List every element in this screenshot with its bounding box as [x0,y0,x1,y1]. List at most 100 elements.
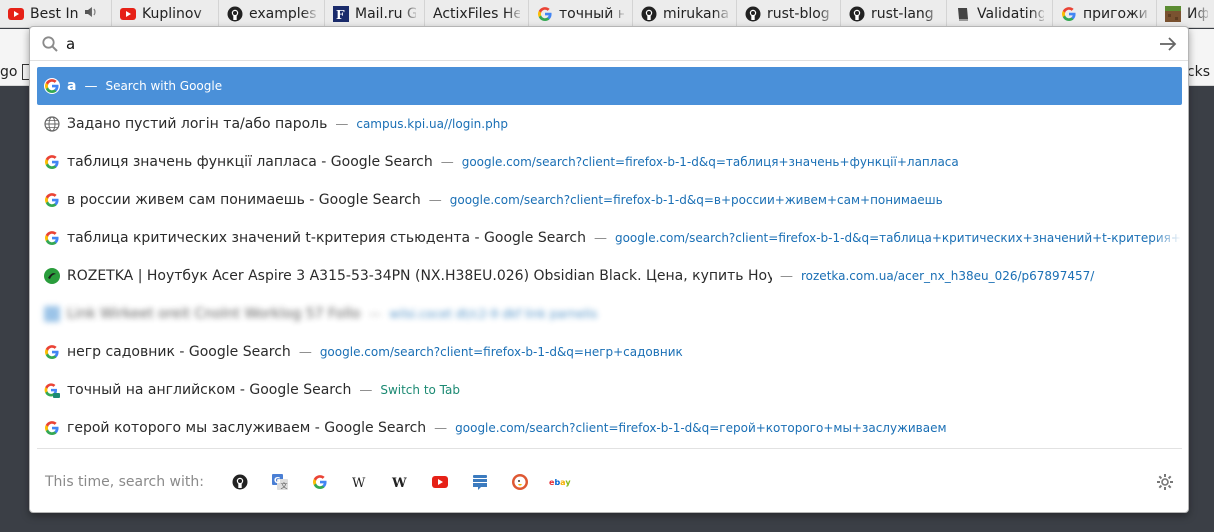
result-title: негр садовник - Google Search [67,344,291,360]
github-icon [232,474,248,490]
browser-tab[interactable]: mirukana [633,0,737,27]
result-row[interactable]: Задано пустий логін та/або пароль — campus… [37,105,1182,143]
youtube-engine-button[interactable] [420,466,460,498]
svg-text:文: 文 [280,481,287,490]
book-icon [955,6,971,22]
google-icon [44,192,60,208]
google-icon [44,420,60,436]
engine-list: G 文 W Webay [220,466,580,498]
tab-label: Kuplinov [142,6,202,22]
result-separator: — [84,78,98,94]
one-off-search-bar: This time, search with: G 文 W Webay [30,465,1188,499]
tab-label: rust-blog [767,6,830,22]
result-separator: — [434,420,448,436]
result-row[interactable]: таблица критических значений t-критерия … [37,219,1182,257]
tab-label: mirukana [663,6,728,22]
google-tab-icon [44,382,60,398]
result-row[interactable]: a — Search with Google [37,67,1182,105]
result-row[interactable]: точный на английском - Google Search — Swi… [37,371,1182,409]
tab-label: rust-lang [871,6,934,22]
svg-text:ebay: ebay [549,478,571,487]
google-icon [44,154,60,170]
google-icon [44,78,60,94]
globe-icon [44,116,60,132]
result-separator: — [335,116,349,132]
wiktionary-engine-button[interactable]: W [380,466,420,498]
result-row[interactable]: Link Wirkeet oreit Cnolnt Worklog 57 Fol… [37,295,1182,333]
row-fade [1152,295,1182,333]
github-icon [227,6,243,22]
stackexchange-engine-button[interactable] [460,466,500,498]
google-icon [1061,6,1077,22]
github-engine-button[interactable] [220,466,260,498]
result-row[interactable]: таблиця значень функції лапласа - Google… [37,143,1182,181]
google-engine-button[interactable] [300,466,340,498]
urlbar-popup: a — Search with Google Задано пустий логін … [29,26,1189,513]
tab-label: Mail.ru G [355,6,416,22]
one-off-label: This time, search with: [45,474,204,490]
svg-text:F: F [336,8,345,22]
switch-to-tab-label: Switch to Tab [380,383,460,397]
bookmark-right-text[interactable]: cks [1187,64,1210,80]
firefox-icon: F [333,6,349,22]
urlbar-input[interactable] [66,32,1146,56]
google-icon [44,230,60,246]
result-url: google.com/search?client=firefox-b-1-d&q… [461,155,959,169]
github-icon [745,6,761,22]
result-title: в россии живем сам понимаешь - Google Se… [67,192,421,208]
gear-icon[interactable] [1156,473,1174,491]
footer-divider [37,448,1182,449]
result-separator: — [368,306,382,322]
search-icon [42,36,58,52]
browser-tab[interactable]: Best In [0,0,112,27]
result-title: таблиця значень функції лапласа - Google… [67,154,433,170]
result-title: точный на английском - Google Search [67,382,352,398]
result-row[interactable]: ROZETKA | Ноутбук Acer Aspire 3 A315-53-… [37,257,1182,295]
tab-label: Best In [30,6,79,22]
ebay-icon: ebay [549,474,571,490]
result-url: google.com/search?client=firefox-b-1-d&q… [455,421,947,435]
result-row[interactable]: негр садовник - Google Search — google.com… [37,333,1182,371]
row-fade [1152,409,1182,447]
browser-tab[interactable]: точный н [529,0,633,27]
github-icon [849,6,865,22]
browser-tab[interactable]: Иф [1157,0,1214,27]
youtube-icon [120,6,136,22]
result-url: google.com/search?client=firefox-b-1-d&q… [614,231,1182,245]
duckduckgo-icon [511,474,528,490]
browser-tab[interactable]: F Mail.ru G [325,0,425,27]
result-url: google.com/search?client=firefox-b-1-d&q… [319,345,683,359]
go-arrow-icon[interactable] [1158,34,1178,54]
results-list: a — Search with Google Задано пустий логін … [37,67,1182,447]
browser-tab[interactable]: пригожи [1053,0,1157,27]
result-title: a [67,78,77,94]
result-title: герой которого мы заслуживаем - Google S… [67,420,427,436]
github-icon [641,6,657,22]
stackexchange-icon [472,474,488,490]
browser-tab[interactable]: Validating [947,0,1053,27]
result-title: Задано пустий логін та/або пароль [67,116,328,132]
browser-tab[interactable]: examples [219,0,325,27]
wikipedia-engine-button[interactable]: W [340,466,380,498]
wiktionary-icon: W [391,474,409,490]
tab-label: Validating [977,6,1044,22]
result-separator: — [593,230,607,246]
speaker-icon[interactable] [84,5,98,23]
duckduckgo-engine-button[interactable] [500,466,540,498]
result-separator: — [359,382,373,398]
browser-tab[interactable]: rust-blog [737,0,841,27]
tab-label: точный н [559,6,624,22]
row-fade [1152,333,1182,371]
browser-tab[interactable]: ActixFiles He [425,0,529,27]
translate-engine-button[interactable]: G文 [260,466,300,498]
svg-text:W: W [352,476,366,490]
bookmark-left-text[interactable]: go [0,64,17,80]
result-row[interactable]: в россии живем сам понимаешь - Google Se… [37,181,1182,219]
tab-label: пригожи [1083,6,1148,22]
result-row[interactable]: герой которого мы заслуживаем - Google S… [37,409,1182,447]
browser-tab[interactable]: Kuplinov [112,0,219,27]
row-fade [1152,371,1182,409]
ebay-engine-button[interactable]: ebay [540,466,580,498]
tab-label: ActixFiles He [433,6,520,22]
browser-tab[interactable]: rust-lang [841,0,947,27]
